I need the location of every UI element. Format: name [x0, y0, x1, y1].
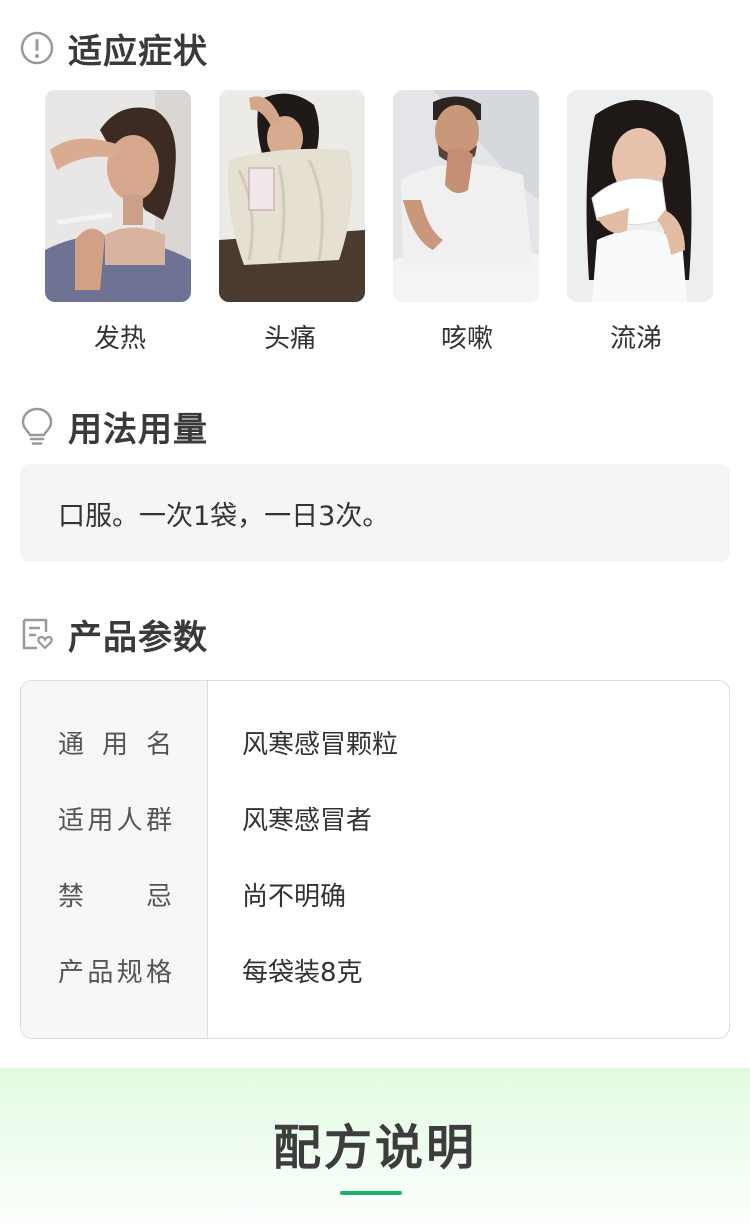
title-underline	[340, 1191, 402, 1195]
formula-section-banner: 配方说明	[0, 1068, 750, 1231]
symptom-label-runny-nose: 流涕	[610, 324, 663, 354]
param-value-specification: 每袋装8克	[242, 958, 363, 988]
lightbulb-icon	[20, 407, 54, 445]
param-key-specification: 产品规格	[58, 958, 172, 988]
symptom-label-cough: 咳嗽	[441, 324, 494, 354]
woman-wrapped-in-blanket-photo	[219, 90, 365, 302]
woman-with-thermometer-photo	[45, 90, 191, 302]
usage-section-header: 用法用量	[20, 404, 208, 450]
usage-text: 口服。一次1袋，一日3次。	[58, 500, 390, 532]
symptom-gallery: 发热 头痛 咳嗽 流涕	[45, 90, 713, 360]
exclamation-circle-icon	[20, 31, 54, 65]
param-key-generic-name: 通用名	[58, 730, 172, 760]
symptom-label-fever: 发热	[94, 324, 147, 354]
man-coughing-photo	[393, 90, 539, 302]
symptom-card-cough: 咳嗽	[393, 90, 539, 354]
param-value-generic-name: 风寒感冒颗粒	[242, 730, 399, 760]
param-row: 产品规格 每袋装8克	[21, 953, 729, 993]
woman-blowing-nose-photo	[567, 90, 713, 302]
symptom-label-headache: 头痛	[264, 324, 317, 354]
param-key-target-group: 适用人群	[58, 806, 172, 836]
formula-title: 配方说明	[272, 1120, 477, 1176]
param-row: 通用名 风寒感冒颗粒	[21, 725, 729, 765]
params-section-header: 产品参数	[20, 612, 208, 658]
product-params-table: 通用名 风寒感冒颗粒 适用人群 风寒感冒者 禁忌 尚不明确 产品规格 每袋装8克	[20, 680, 730, 1039]
param-key-contraindications: 禁忌	[58, 882, 172, 912]
param-row: 禁忌 尚不明确	[21, 877, 729, 917]
symptom-card-runny-nose: 流涕	[567, 90, 713, 354]
usage-panel: 口服。一次1袋，一日3次。	[20, 464, 730, 562]
param-row: 适用人群 风寒感冒者	[21, 801, 729, 841]
symptoms-section-header: 适应症状	[20, 26, 208, 72]
symptom-card-headache: 头痛	[219, 90, 365, 354]
param-value-contraindications: 尚不明确	[242, 882, 347, 912]
symptom-card-fever: 发热	[45, 90, 191, 354]
param-value-target-group: 风寒感冒者	[242, 806, 373, 836]
usage-title: 用法用量	[68, 409, 208, 450]
document-heart-icon	[20, 617, 54, 651]
symptoms-title: 适应症状	[68, 31, 208, 72]
params-title: 产品参数	[68, 617, 208, 658]
